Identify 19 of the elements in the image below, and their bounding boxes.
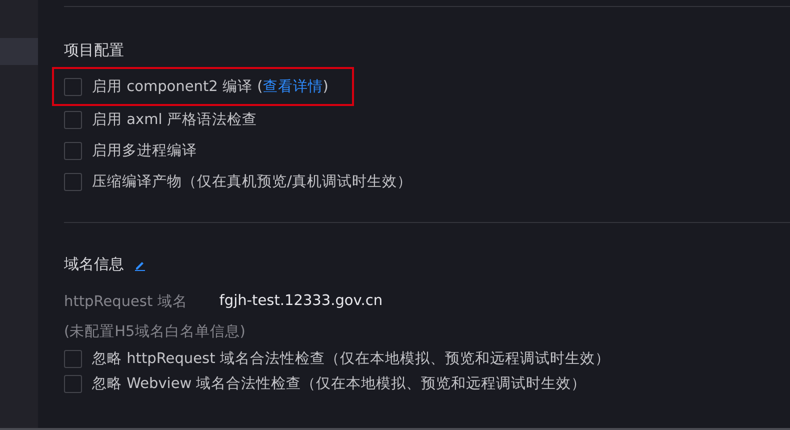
checkbox[interactable] <box>64 172 82 190</box>
option-label: 忽略 httpRequest 域名合法性检查（仅在本地模拟、预览和远程调试时生效） <box>92 350 610 368</box>
checkbox[interactable] <box>64 110 82 128</box>
option-label: 启用 axml 严格语法检查 <box>92 110 257 129</box>
option-label: 压缩编译产物（仅在真机预览/真机调试时生效） <box>92 173 412 191</box>
field-value: fgjh-test.12333.gov.cn <box>219 293 383 309</box>
checkbox[interactable] <box>64 142 82 160</box>
checkbox[interactable] <box>64 78 82 96</box>
section-title: 项目配置 <box>64 41 124 60</box>
option-label: 忽略 Webview 域名合法性检查（仅在本地模拟、预览和远程调试时生效） <box>92 375 586 393</box>
field-label: httpRequest 域名 <box>64 292 188 310</box>
option-label: 启用 component2 编译 (查看详情) <box>92 78 328 96</box>
checkbox[interactable] <box>64 374 82 392</box>
sidebar-item[interactable] <box>0 38 38 65</box>
section-title: 域名信息 <box>64 255 124 274</box>
details-link[interactable]: 查看详情 <box>262 79 323 95</box>
option-label: 启用多进程编译 <box>92 142 197 160</box>
checkbox[interactable] <box>64 350 82 368</box>
note-text: (未配置H5域名白名单信息) <box>64 322 246 340</box>
